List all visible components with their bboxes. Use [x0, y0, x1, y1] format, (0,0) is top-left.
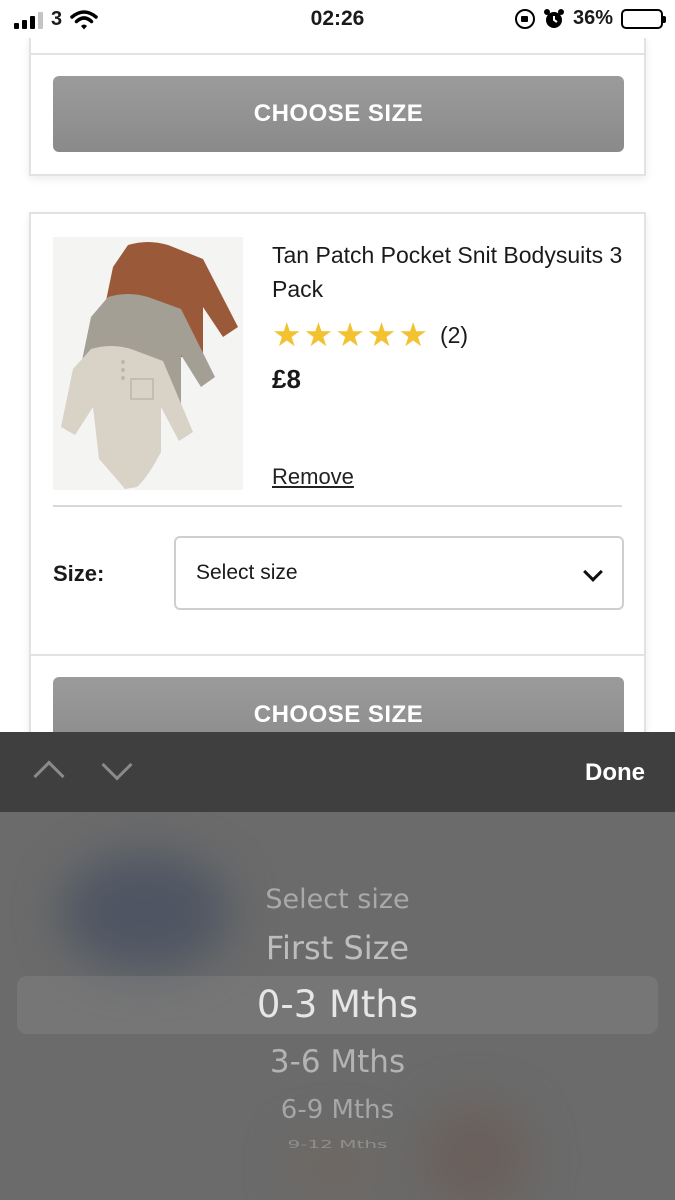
battery-icon [621, 8, 666, 29]
star-icon: ★ [272, 316, 302, 353]
picker-option-selected[interactable]: 0-3 Mths [0, 983, 675, 1026]
star-icon: ★ [366, 316, 397, 353]
review-count: (2) [439, 321, 469, 348]
remove-link[interactable]: Remove [272, 464, 354, 490]
card-divider [31, 654, 644, 656]
product-card-previous: CHOOSE SIZE [29, 36, 646, 176]
done-button[interactable]: Done [585, 759, 645, 787]
size-select-value: Select size [196, 561, 298, 584]
card-divider [53, 505, 622, 507]
status-right: 36% [514, 7, 666, 30]
product-title[interactable]: Tan Patch Pocket Snit Bodysuits 3 Pack [272, 238, 632, 306]
orientation-lock-icon [514, 8, 535, 29]
choose-size-button[interactable]: CHOOSE SIZE [53, 76, 624, 152]
chevron-up-icon[interactable] [33, 760, 65, 792]
size-label: Size: [53, 561, 105, 586]
picker-option[interactable]: 9-12 Mths [0, 1137, 675, 1150]
product-card: Tan Patch Pocket Snit Bodysuits 3 Pack ★… [29, 212, 646, 753]
star-icon: ★ [398, 316, 428, 353]
card-divider [31, 53, 644, 55]
picker-option[interactable]: 6-9 Mths [0, 1095, 675, 1125]
star-rating: ★ ★ ★ ★ ★ (2) [272, 318, 468, 352]
picker-option[interactable]: Select size [0, 884, 675, 915]
alarm-icon [543, 8, 564, 28]
size-select[interactable]: Select size [174, 536, 624, 610]
picker-toolbar: Done [0, 732, 675, 812]
chevron-down-icon[interactable] [101, 749, 133, 781]
bodysuits-illustration [61, 242, 238, 489]
status-bar: 3 02:26 36% [0, 0, 675, 38]
picker-option[interactable]: 3-6 Mths [0, 1044, 675, 1080]
product-image[interactable] [53, 237, 243, 490]
star-icon: ★ [335, 316, 365, 353]
star-icon: ★ [303, 316, 334, 353]
product-price: £8 [272, 364, 301, 394]
picker-option[interactable]: First Size [0, 929, 675, 967]
size-picker-wheel[interactable]: Select size First Size 0-3 Mths 3-6 Mths… [0, 812, 675, 1200]
chevron-down-icon [583, 562, 603, 582]
battery-percent: 36% [572, 7, 613, 29]
